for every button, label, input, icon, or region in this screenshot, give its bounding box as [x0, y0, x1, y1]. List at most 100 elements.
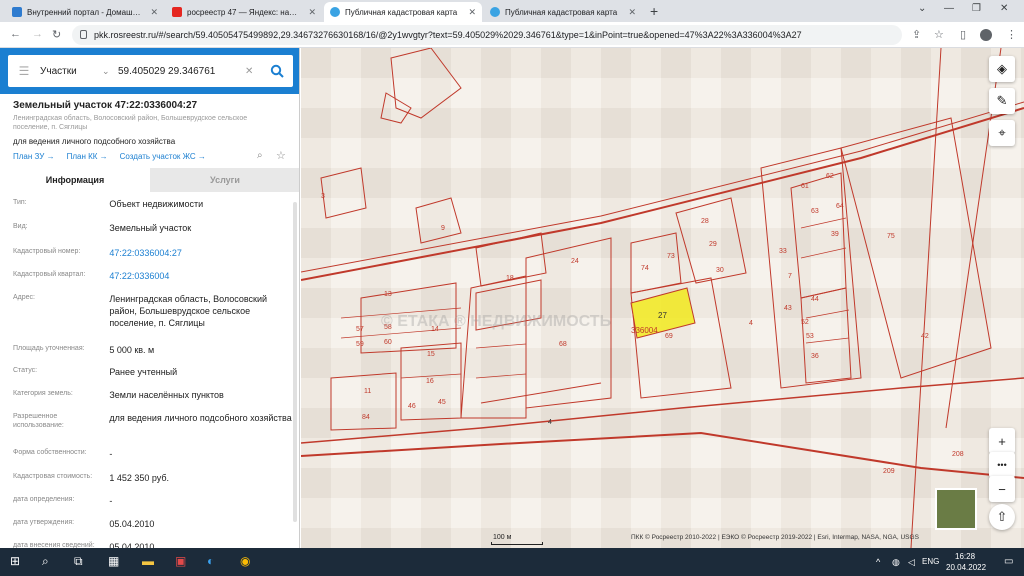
bookmark-star-icon[interactable]: ☆: [934, 28, 944, 41]
field-row: Площадь уточненная: 5 000 кв. м: [13, 344, 293, 356]
maximize-button[interactable]: ❐: [972, 3, 981, 14]
parcel-number-label: 15: [427, 351, 435, 358]
info-panel: ☰ Участки ⌄ 59.405029 29.346761 ✕ Земель…: [0, 48, 300, 548]
zoom-in-button[interactable]: +: [989, 428, 1015, 454]
field-label: Кадастровый квартал:: [13, 271, 86, 278]
menu-icon[interactable]: ☰: [8, 64, 40, 78]
search-input[interactable]: 59.405029 29.346761: [118, 66, 245, 77]
scale-bar: [491, 542, 543, 545]
link-plan-zu[interactable]: План ЗУ →: [13, 152, 55, 161]
widgets-icon[interactable]: ▦: [108, 554, 119, 568]
field-row: дата определения: -: [13, 495, 293, 507]
compass-icon: ⇧: [996, 509, 1008, 524]
close-window-button[interactable]: ✕: [1000, 3, 1008, 14]
back-icon[interactable]: ←: [10, 28, 21, 40]
parcel-number-label: 45: [438, 399, 446, 406]
ruler-icon: ✎: [996, 93, 1008, 108]
browser-tab-4[interactable]: Публичная кадастровая карта ✕: [484, 2, 642, 22]
field-value[interactable]: 47:22:0336004:27: [109, 247, 293, 259]
tab-services[interactable]: Услуги: [150, 168, 299, 192]
basemap-thumbnail[interactable]: [935, 488, 977, 530]
panel-scrollbar[interactable]: [293, 202, 297, 522]
field-value: Земельный участок: [109, 223, 192, 233]
lock-icon: [80, 30, 87, 39]
menu-dots-icon[interactable]: ⋮: [1006, 28, 1017, 41]
zoom-to-icon[interactable]: ⌕: [257, 150, 263, 161]
calendar-app-icon[interactable]: ▣: [175, 554, 186, 568]
info-tabs: Информация Услуги: [0, 168, 299, 192]
parcel-number-label: 209: [883, 468, 895, 475]
favorite-star-icon[interactable]: ☆: [276, 149, 286, 162]
search-button[interactable]: [261, 55, 293, 87]
url-bar[interactable]: pkk.rosreestr.ru/#/search/59.40505475499…: [72, 25, 902, 45]
sidepanel-icon[interactable]: ▯: [960, 28, 966, 41]
browser-tab-1[interactable]: Внутренний портал - Домашняя ✕: [6, 2, 164, 22]
clear-icon[interactable]: ✕: [245, 66, 261, 77]
browser-toolbar: ← → ↻ pkk.rosreestr.ru/#/search/59.40505…: [0, 22, 1024, 48]
parcel-number-label: 74: [641, 265, 649, 272]
field-value: Ранее учтенный: [109, 367, 178, 377]
tray-chevron-icon[interactable]: ^: [876, 557, 880, 567]
parcel-title: Земельный участок 47:22:0336004:27: [13, 100, 198, 111]
layers-button[interactable]: ◈: [989, 56, 1015, 82]
close-icon[interactable]: ✕: [628, 7, 636, 18]
parcel-number-label: 60: [384, 339, 392, 346]
edge-icon[interactable]: ◐: [207, 554, 214, 568]
link-create-zhs[interactable]: Создать участок ЖС →: [120, 152, 206, 161]
volume-icon[interactable]: ◁: [908, 557, 915, 568]
reload-icon[interactable]: ↻: [52, 28, 61, 41]
parcel-number-label: 69: [665, 333, 673, 340]
field-value[interactable]: 47:22:0336004: [109, 270, 293, 282]
tab-information[interactable]: Информация: [0, 168, 150, 192]
crosshair-icon: ⌖: [998, 125, 1006, 140]
chrome-icon[interactable]: ◉: [240, 554, 250, 568]
field-row: Форма собственности: -: [13, 448, 293, 460]
notification-icon[interactable]: ▭: [1004, 556, 1013, 567]
browser-tab-3[interactable]: Публичная кадастровая карта ✕: [324, 2, 482, 22]
parcel-links: План ЗУ → План КК → Создать участок ЖС →: [13, 152, 206, 161]
search-box: ☰ Участки ⌄ 59.405029 29.346761 ✕: [8, 55, 293, 87]
profile-avatar[interactable]: [980, 29, 992, 41]
close-icon[interactable]: ✕: [468, 7, 476, 18]
clock-time[interactable]: 16:28: [955, 552, 975, 561]
search-icon[interactable]: ⌕: [42, 554, 49, 569]
field-label: Тип:: [13, 199, 27, 206]
browser-tab-2[interactable]: росреестр 47 — Яндекс: нашлось ✕: [166, 2, 322, 22]
parcel-number-label: 42: [921, 333, 929, 340]
language-indicator[interactable]: ENG: [922, 557, 939, 566]
tab-search-icon[interactable]: ⌄: [918, 3, 926, 14]
layers-icon: ◈: [997, 61, 1007, 76]
ruler-button[interactable]: ✎: [989, 88, 1015, 114]
file-explorer-icon[interactable]: ▬: [142, 554, 154, 568]
windows-start-icon[interactable]: ⊞: [10, 554, 20, 568]
network-icon[interactable]: ◍: [892, 557, 900, 568]
rosreestr-favicon-icon: [330, 7, 340, 17]
browser-tabbar: Внутренний портал - Домашняя ✕ росреестр…: [0, 0, 1024, 22]
parcel-number-label: 24: [571, 258, 579, 265]
field-label: дата утверждения:: [13, 519, 75, 526]
field-value: Ленинградская область, Волосовский район…: [109, 294, 268, 328]
close-icon[interactable]: ✕: [150, 7, 158, 18]
locate-button[interactable]: ⌖: [989, 120, 1015, 146]
minimize-button[interactable]: —: [944, 3, 954, 14]
field-row: Категория земель: Земли населённых пункто…: [13, 389, 293, 401]
new-tab-button[interactable]: +: [650, 3, 658, 19]
field-value: -: [109, 496, 113, 506]
zoom-out-button[interactable]: −: [989, 476, 1015, 502]
field-label: Адрес:: [13, 294, 35, 301]
more-button[interactable]: •••: [989, 452, 1015, 478]
close-icon[interactable]: ✕: [308, 7, 316, 18]
task-view-icon[interactable]: ⧉: [74, 554, 83, 569]
search-bar: ☰ Участки ⌄ 59.405029 29.346761 ✕: [0, 48, 299, 94]
parcel-number-label: 75: [887, 233, 895, 240]
field-label: дата определения:: [13, 496, 75, 503]
category-select[interactable]: Участки: [40, 66, 102, 77]
compass-button[interactable]: ⇧: [989, 504, 1015, 530]
map-view[interactable]: 62 61 63 64 39 33 7 43 44 52 53 36 75 42 28 29 30 74 73 69 2…: [301, 48, 1024, 548]
cadastral-map[interactable]: 6261636439337434452533675422829307473692…: [301, 48, 1024, 548]
link-plan-kk[interactable]: План КК →: [67, 152, 108, 161]
chevron-down-icon[interactable]: ⌄: [102, 66, 118, 77]
forward-icon[interactable]: →: [32, 28, 43, 40]
clock-date[interactable]: 20.04.2022: [946, 563, 986, 572]
share-icon[interactable]: ⇪: [912, 28, 921, 41]
